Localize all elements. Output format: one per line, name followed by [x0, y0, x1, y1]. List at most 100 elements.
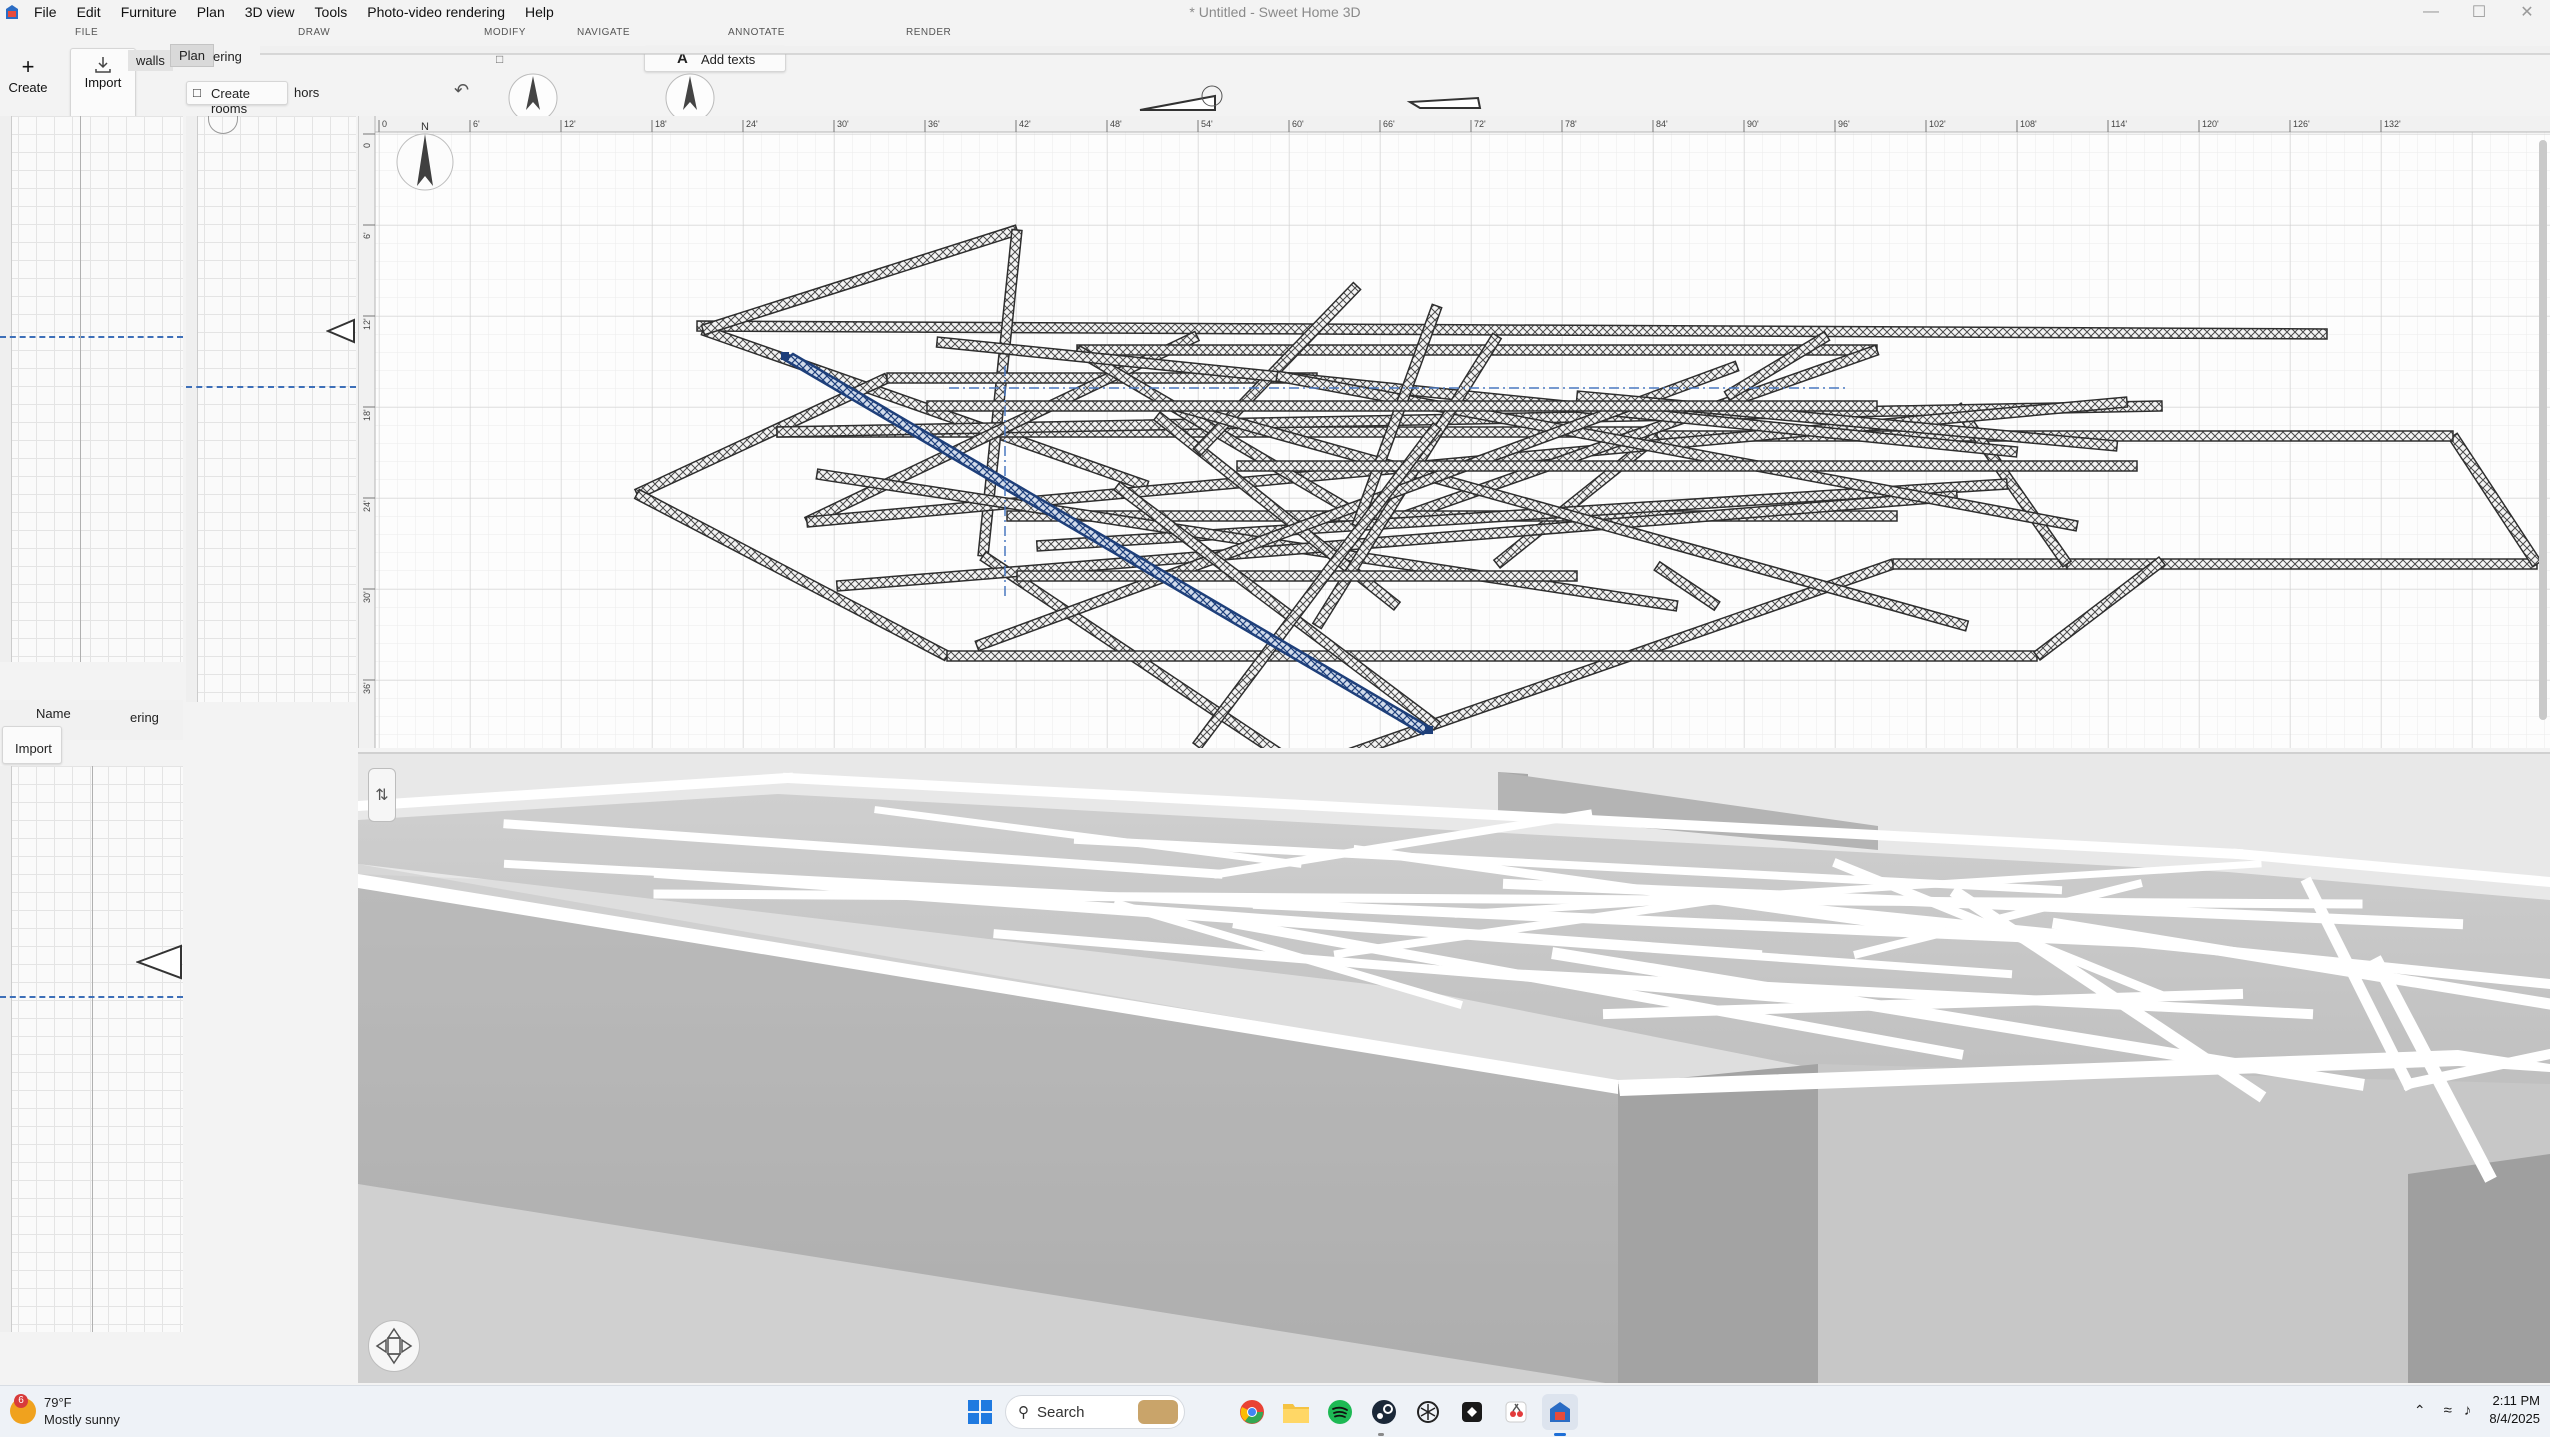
clock-date: 8/4/2025 [2489, 1411, 2540, 1426]
ruler-label: 42' [1019, 119, 1031, 129]
ruler-label: 18' [362, 409, 372, 421]
menu-bar: * Untitled - Sweet Home 3D File Edit Fur… [0, 0, 2550, 24]
ghost-ruler-strip [260, 46, 2550, 118]
ruler-label: 18' [655, 119, 667, 129]
virtual-visitor-icon: ⇅ [375, 787, 389, 804]
ruler-label: 84' [1656, 119, 1668, 129]
ribbon-group-draw: DRAW [298, 27, 331, 38]
ruler-label: 108' [2020, 119, 2037, 129]
wifi-icon[interactable]: ≈ [2444, 1402, 2452, 1419]
steam-taskbar-button[interactable] [1366, 1394, 1402, 1430]
ruler-label: 114' [2111, 119, 2127, 129]
ruler-label: 66' [1383, 119, 1395, 129]
search-icon: ⚲ [1018, 1404, 1029, 1421]
wall-segment[interactable] [1892, 558, 2068, 570]
ruler-label: 24' [362, 500, 372, 512]
plan-view[interactable]: 0 6' 12' 18' 24' 30' 36' 42' 48' 54' 60' 66' 72' 78' 8… [358, 116, 2550, 748]
menu-photo-video-rendering[interactable]: Photo-video rendering [357, 0, 515, 24]
volume-icon[interactable]: ♪ [2464, 1402, 2472, 1419]
menu-help[interactable]: Help [515, 0, 564, 24]
sun-icon: 6 [10, 1394, 36, 1424]
file-explorer-taskbar-button[interactable] [1278, 1394, 1314, 1430]
chrome-taskbar-button[interactable] [1234, 1394, 1270, 1430]
ruler-label: 72' [1474, 119, 1486, 129]
menu-furniture[interactable]: Furniture [111, 0, 187, 24]
ghost-plan-pane [186, 116, 356, 702]
ruler-label: 132' [2384, 119, 2401, 129]
spotify-taskbar-button[interactable] [1322, 1394, 1358, 1430]
windows-start-button[interactable] [962, 1394, 998, 1430]
chatgpt-taskbar-button[interactable] [1410, 1394, 1446, 1430]
ruler-label: 126' [2293, 119, 2310, 129]
ruler-label: 24' [746, 119, 758, 129]
windows-logo-icon [968, 1400, 992, 1424]
menu-plan[interactable]: Plan [187, 0, 235, 24]
wall-segment[interactable] [2066, 558, 2538, 570]
spotify-icon [1328, 1400, 1352, 1424]
ghost-furniture-pane [0, 116, 183, 662]
ribbon-group-navigate: NAVIGATE [577, 27, 631, 38]
ruler-label: 12' [362, 318, 372, 330]
plan-vertical-scrollbar[interactable] [2539, 140, 2547, 720]
create-rooms-icon: □ [193, 85, 201, 100]
running-app-indicator [1378, 1433, 1384, 1436]
ruler-label: 90' [1747, 119, 1759, 129]
virtual-visitor-toggle[interactable]: ⇅ [368, 768, 396, 822]
ruler-label: 60' [1292, 119, 1304, 129]
wall-segment[interactable] [946, 650, 2038, 662]
tab-rendering[interactable]: ering [205, 46, 250, 67]
ruler-label: 36' [928, 119, 940, 129]
sweet-home-3d-taskbar-button[interactable] [1542, 1394, 1578, 1430]
create-button[interactable]: + Create [8, 54, 48, 95]
sweet-home-logo-icon[interactable] [0, 0, 24, 24]
menu-tools[interactable]: Tools [305, 0, 358, 24]
minimize-button[interactable]: — [2408, 0, 2454, 24]
weather-temp: 79°F [44, 1395, 72, 1410]
close-button[interactable]: ✕ [2504, 0, 2550, 24]
navigation-arrows[interactable] [368, 1320, 420, 1372]
3d-canvas[interactable] [358, 754, 2550, 1383]
chrome-icon [1240, 1400, 1264, 1424]
plan-canvas[interactable]: 0 6' 12' 18' 24' 30' 36' 42' 48' 54' 60' 66' 72' 78' 8… [359, 116, 2550, 748]
tray-overflow-chevron-icon[interactable]: ⌃ [2414, 1402, 2426, 1419]
wall-resize-handle[interactable] [1425, 726, 1433, 734]
ruler-label: 102' [1929, 119, 1946, 129]
3d-view[interactable]: ⇅ [358, 752, 2550, 1383]
ribbon-group-render: RENDER [906, 27, 952, 38]
wall-segment[interactable] [1016, 570, 1578, 582]
ruler-label: 30' [362, 591, 372, 603]
weather-widget[interactable]: 6 79°F Mostly sunny [10, 1394, 120, 1428]
app-taskbar-button[interactable] [1454, 1394, 1490, 1430]
windows-taskbar: 6 79°F Mostly sunny ⚲ Search ⌃ ≈ ♪ 2:11 … [0, 1385, 2550, 1437]
wall-segment[interactable] [1236, 460, 2138, 472]
clock-time: 2:11 PM [2492, 1393, 2540, 1408]
ruler-label: 0 [362, 143, 372, 148]
wall-segment[interactable] [926, 400, 1878, 412]
wall-segment[interactable] [1076, 344, 1878, 356]
navigation-arrows-icon [375, 1327, 413, 1365]
ruler-label: 6' [473, 119, 480, 129]
menu-file[interactable]: File [24, 0, 67, 24]
menu-edit[interactable]: Edit [67, 0, 111, 24]
snipping-tool-taskbar-button[interactable] [1498, 1394, 1534, 1430]
search-label: Search [1037, 1403, 1085, 1421]
ribbon-group-modify: MODIFY [484, 27, 526, 38]
chatgpt-icon [1417, 1401, 1439, 1423]
ruler-label: 12' [564, 119, 576, 129]
compass-letter: N [421, 121, 429, 133]
ruler-label: 48' [1110, 119, 1122, 129]
ghost-import-button[interactable]: Import [2, 726, 62, 764]
wall-resize-handle[interactable] [781, 352, 789, 360]
menu-3d-view[interactable]: 3D view [235, 0, 305, 24]
maximize-button[interactable]: ☐ [2456, 0, 2502, 24]
import-button[interactable]: Import [77, 55, 129, 90]
import-icon [95, 57, 111, 73]
taskbar-search[interactable]: ⚲ Search [1005, 1395, 1185, 1429]
plus-icon: + [21, 54, 35, 79]
ruler-label: 120' [2202, 119, 2219, 129]
clock[interactable]: 2:11 PM 8/4/2025 [2489, 1392, 2540, 1428]
snipping-tool-icon [1505, 1401, 1527, 1423]
steam-icon [1372, 1400, 1396, 1424]
walls-chip[interactable]: walls [128, 50, 173, 71]
sweet-home-3d-icon [1550, 1402, 1570, 1422]
